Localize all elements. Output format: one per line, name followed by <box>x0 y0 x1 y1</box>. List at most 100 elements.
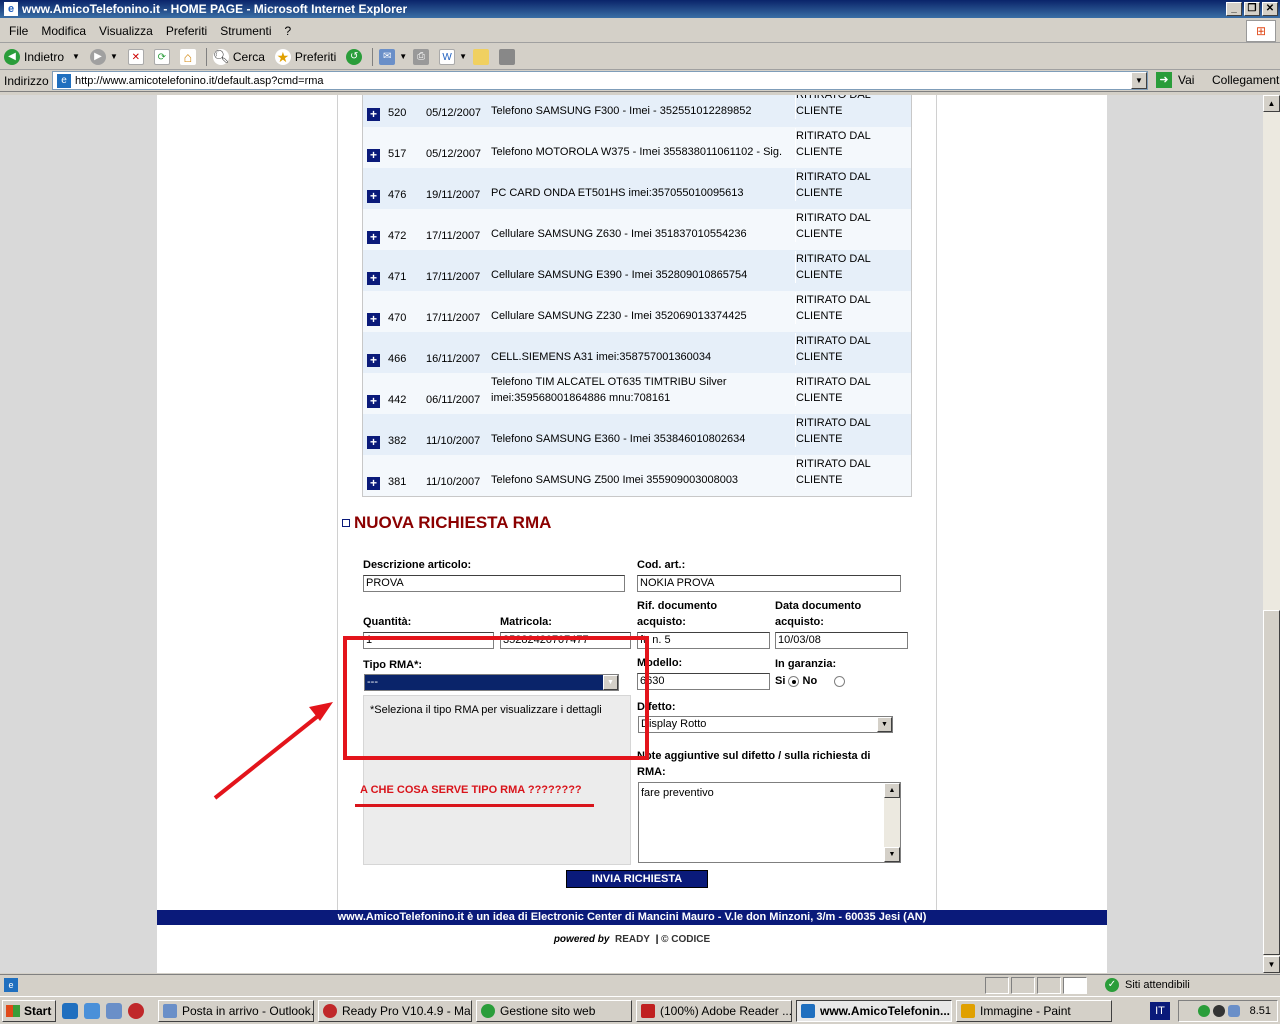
rma-table: +520 05/12/2007 Telefono SAMSUNG F300 - Im… <box>362 95 912 497</box>
expand-row-icon[interactable]: + <box>367 477 380 490</box>
menu-modifica[interactable]: Modifica <box>41 24 86 38</box>
menu-bar: File Modifica Visualizza Preferiti Strum… <box>0 19 1280 43</box>
expand-row-icon[interactable]: + <box>367 395 380 408</box>
date-input[interactable]: 10/03/08 <box>775 632 908 649</box>
submit-button[interactable]: INVIA RICHIESTA <box>566 870 708 888</box>
rma-date: 19/11/2007 <box>426 189 481 201</box>
menu-strumenti[interactable]: Strumenti <box>220 24 271 38</box>
back-button[interactable]: ◀ Indietro ▼ <box>4 48 80 65</box>
expand-row-icon[interactable]: + <box>367 190 380 203</box>
expand-row-icon[interactable]: + <box>367 149 380 162</box>
back-label: Indietro <box>24 49 65 64</box>
status-pane <box>985 977 1009 994</box>
scroll-down-icon[interactable]: ▼ <box>884 847 900 862</box>
task-paint[interactable]: Immagine - Paint <box>956 999 1112 1022</box>
address-input[interactable]: e http://www.amicotelefonino.it/default.… <box>52 71 1148 90</box>
scroll-down-icon[interactable]: ▼ <box>1263 956 1280 973</box>
edit-dropdown-icon[interactable]: ▼ <box>459 52 467 61</box>
ie-icon: e <box>4 2 18 16</box>
rma-status: RITIRATO DAL CLIENTE <box>795 456 871 488</box>
task-outlook[interactable]: Posta in arrivo - Outlook... <box>158 999 314 1022</box>
rif-input[interactable]: ft. n. 5 <box>637 632 770 649</box>
page-scrollbar[interactable]: ▲ ▼ <box>1263 95 1280 973</box>
rma-date: 17/11/2007 <box>426 230 481 242</box>
task-adobe-reader[interactable]: (100%) Adobe Reader ... <box>636 999 792 1022</box>
ready-logo[interactable]: READY <box>615 934 650 945</box>
quicklaunch-ie-icon[interactable] <box>62 1002 78 1019</box>
refresh-icon[interactable]: ⟳ <box>153 48 170 65</box>
history-icon[interactable]: ↺ <box>346 48 363 65</box>
rma-description: Telefono SAMSUNG Z500 Imei 3559090030080… <box>491 474 739 486</box>
codice-logo[interactable]: © CODICE <box>661 934 710 945</box>
cod-label: Cod. art.: <box>637 559 686 571</box>
discuss-icon[interactable] <box>473 48 490 65</box>
quicklaunch-desktop-icon[interactable] <box>106 1002 122 1019</box>
notes-textarea[interactable]: fare preventivo ▲ ▼ <box>638 782 901 863</box>
mail-dropdown-icon[interactable]: ▼ <box>399 52 407 61</box>
menu-preferiti[interactable]: Preferiti <box>166 24 207 38</box>
messenger-icon[interactable] <box>499 48 516 65</box>
home-icon[interactable]: ⌂ <box>179 48 196 65</box>
expand-row-icon[interactable]: + <box>367 354 380 367</box>
search-button[interactable]: 🔍︎ Cerca <box>212 48 265 65</box>
tray-network-icon[interactable] <box>1197 1005 1210 1017</box>
favorites-button[interactable]: ★ Preferiti <box>274 48 336 65</box>
expand-row-icon[interactable]: + <box>367 313 380 326</box>
trusted-check-icon: ✓ <box>1105 978 1119 992</box>
menu-file[interactable]: File <box>9 24 28 38</box>
forward-dropdown-icon[interactable]: ▼ <box>110 52 118 61</box>
globe-icon <box>481 1003 495 1018</box>
rma-number: 471 <box>388 271 407 283</box>
rma-number: 476 <box>388 189 407 201</box>
quicklaunch-outlook-icon[interactable] <box>84 1002 100 1019</box>
print-icon[interactable]: ⎙ <box>413 48 430 65</box>
close-button[interactable]: ✕ <box>1262 2 1278 16</box>
task-ie[interactable]: www.AmicoTelefonin... <box>796 999 952 1022</box>
windows-logo-icon: ⊞ <box>1246 20 1276 42</box>
links-button[interactable]: Collegamenti <box>1212 73 1280 87</box>
restore-button[interactable]: ❐ <box>1244 2 1260 16</box>
rma-description: Telefono SAMSUNG E360 - Imei 35384601080… <box>491 433 746 445</box>
menu-visualizza[interactable]: Visualizza <box>99 24 153 38</box>
cod-input[interactable]: NOKIA PROVA <box>637 575 901 592</box>
expand-row-icon[interactable]: + <box>367 436 380 449</box>
web-page: +520 05/12/2007 Telefono SAMSUNG F300 - Im… <box>157 95 1107 973</box>
toolbar-separator <box>205 47 207 66</box>
task-gestione-sito[interactable]: Gestione sito web <box>476 999 632 1022</box>
powered-by: powered by READY | © CODICE <box>553 934 711 945</box>
security-zone[interactable]: ✓ Siti attendibili <box>1105 978 1190 992</box>
rma-number: 517 <box>388 148 407 160</box>
rma-number: 472 <box>388 230 407 242</box>
scroll-up-icon[interactable]: ▲ <box>1263 95 1280 112</box>
model-input[interactable]: 6630 <box>637 673 770 690</box>
forward-button[interactable]: ▶ ▼ <box>89 48 118 65</box>
mail-icon[interactable]: ✉ <box>379 48 396 65</box>
expand-row-icon[interactable]: + <box>367 231 380 244</box>
back-dropdown-icon[interactable]: ▼ <box>72 52 80 61</box>
start-button[interactable]: Start <box>2 999 56 1022</box>
scroll-thumb[interactable] <box>1263 610 1280 955</box>
address-dropdown-icon[interactable]: ▼ <box>1131 72 1147 89</box>
popup-blocked-icon[interactable] <box>1063 977 1087 994</box>
expand-row-icon[interactable]: + <box>367 272 380 285</box>
warranty-si-radio[interactable] <box>788 675 800 687</box>
status-pane <box>1011 977 1035 994</box>
language-indicator[interactable]: IT <box>1150 1002 1170 1020</box>
notes-scrollbar[interactable]: ▲ ▼ <box>884 783 900 862</box>
rma-date: 11/10/2007 <box>426 476 481 488</box>
table-row: +442 06/11/2007 Telefono TIM ALCATEL OT635… <box>363 373 911 414</box>
warranty-no-radio[interactable] <box>834 675 846 687</box>
go-button[interactable]: ➜ Vai <box>1156 72 1194 88</box>
expand-row-icon[interactable]: + <box>367 108 380 121</box>
tray-app-icon[interactable] <box>1212 1005 1225 1017</box>
quicklaunch-ready-icon[interactable] <box>128 1002 144 1019</box>
menu-help[interactable]: ? <box>285 24 292 38</box>
defect-select[interactable]: Display Rotto ▼ <box>638 716 893 733</box>
desc-input[interactable]: PROVA <box>363 575 625 592</box>
minimize-button[interactable]: _ <box>1226 2 1242 16</box>
scroll-up-icon[interactable]: ▲ <box>884 783 900 798</box>
edit-icon[interactable]: W <box>439 48 456 65</box>
stop-icon[interactable]: ✕ <box>127 48 144 65</box>
tray-monitor-icon[interactable] <box>1227 1005 1240 1017</box>
task-ready-pro[interactable]: Ready Pro V10.4.9 - Ma... <box>318 999 472 1022</box>
